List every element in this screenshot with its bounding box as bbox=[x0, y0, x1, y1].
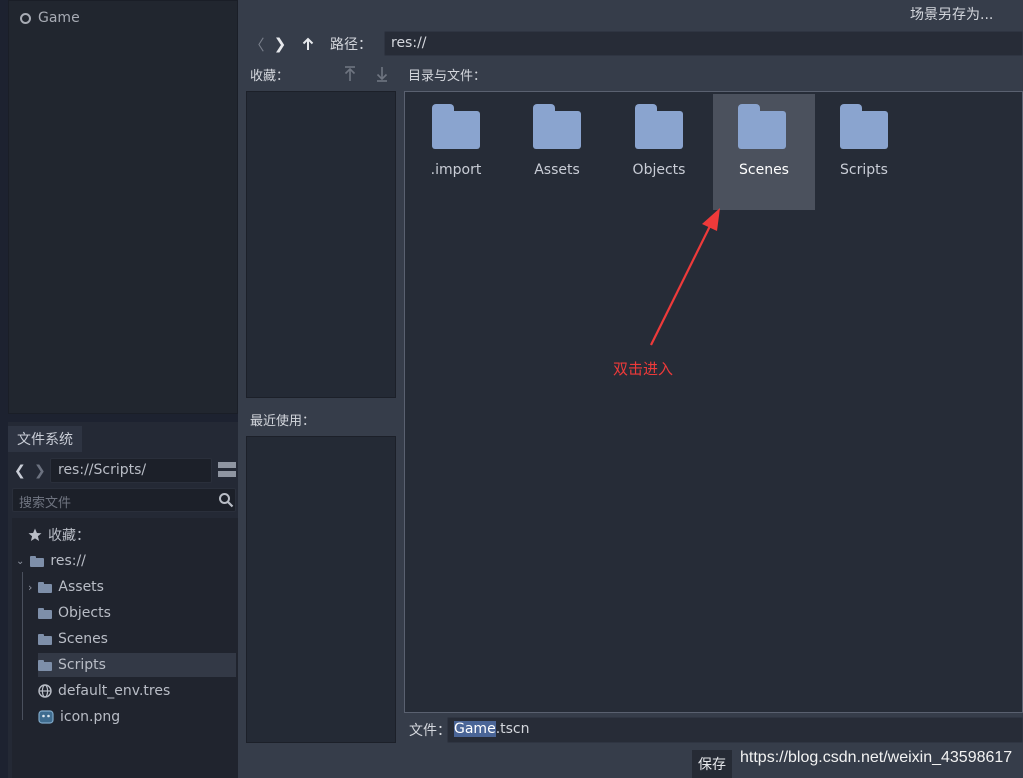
folder-icon bbox=[432, 104, 482, 150]
file-name-extension: .tscn bbox=[495, 721, 530, 737]
tree-favorites[interactable]: 收藏： bbox=[28, 523, 233, 547]
fs-back-button[interactable]: ❮ bbox=[14, 460, 28, 482]
scene-root-label: Game bbox=[38, 10, 80, 26]
tree-favorites-label: 收藏： bbox=[48, 528, 90, 544]
tree-item-label: Assets bbox=[58, 579, 104, 595]
folder-icon bbox=[38, 607, 52, 619]
split-layout-icon[interactable] bbox=[218, 462, 236, 478]
scene-root-node[interactable]: Game bbox=[20, 8, 80, 28]
save-button[interactable]: 保存 bbox=[692, 750, 732, 778]
annotation-arrow-icon bbox=[650, 208, 720, 346]
folder-icon bbox=[38, 633, 52, 645]
folder-label: Objects bbox=[632, 162, 686, 178]
move-down-icon[interactable] bbox=[374, 64, 390, 84]
tree-root[interactable]: ⌄ res:// bbox=[16, 549, 236, 573]
folder-icon bbox=[533, 104, 583, 150]
tree-item-label: Scenes bbox=[58, 631, 108, 647]
dialog-title: 场景另存为... bbox=[910, 7, 994, 23]
recent-label: 最近使用： bbox=[250, 413, 316, 429]
folder-icon bbox=[635, 104, 685, 150]
fs-path-field[interactable]: res://Scripts/ bbox=[50, 458, 212, 483]
fs-search-input[interactable]: 搜索文件 bbox=[12, 488, 236, 512]
search-icon[interactable] bbox=[218, 492, 234, 508]
chevron-right-icon[interactable]: › bbox=[28, 581, 32, 594]
path-input[interactable]: res:// bbox=[384, 31, 1023, 56]
arrow-up-icon[interactable] bbox=[301, 37, 315, 51]
folder-label: Scripts bbox=[840, 162, 888, 178]
file-name-selection: Game bbox=[454, 721, 496, 737]
favorites-label: 收藏： bbox=[250, 68, 290, 84]
tree-item-label: Objects bbox=[58, 605, 111, 621]
tree-item-icon-png[interactable]: icon.png bbox=[38, 705, 236, 729]
scene-dock bbox=[8, 0, 238, 414]
folder-icon bbox=[38, 659, 52, 671]
fs-forward-button[interactable]: ❯ bbox=[34, 460, 48, 482]
tree-item-label: Scripts bbox=[58, 657, 106, 673]
path-label: 路径： bbox=[330, 37, 372, 53]
tree-item-scenes[interactable]: Scenes bbox=[38, 627, 236, 651]
dialog-forward-button[interactable]: ❯ bbox=[273, 34, 287, 54]
folder-tile-scripts[interactable]: Scripts bbox=[813, 94, 915, 210]
tree-item-label: default_env.tres bbox=[58, 683, 171, 699]
annotation-text: 双击进入 bbox=[613, 360, 674, 378]
tree-item-scripts[interactable]: Scripts bbox=[38, 653, 236, 677]
tree-root-label: res:// bbox=[50, 553, 86, 569]
folder-icon bbox=[30, 555, 45, 567]
node-circle-icon bbox=[20, 12, 31, 24]
recent-list[interactable] bbox=[246, 436, 396, 743]
move-up-icon[interactable] bbox=[342, 64, 358, 84]
folder-tile-scenes[interactable]: Scenes bbox=[713, 94, 815, 210]
folder-icon bbox=[738, 104, 788, 150]
folder-label: Scenes bbox=[739, 162, 789, 178]
chevron-down-icon[interactable]: ⌄ bbox=[16, 556, 24, 567]
folder-tile-objects[interactable]: Objects bbox=[608, 94, 710, 210]
globe-icon bbox=[38, 684, 52, 698]
image-icon bbox=[38, 710, 54, 724]
star-icon bbox=[28, 528, 42, 541]
watermark: https://blog.csdn.net/weixin_43598617 bbox=[740, 749, 1013, 766]
folder-icon bbox=[840, 104, 890, 150]
directories-label: 目录与文件： bbox=[408, 68, 487, 84]
file-name-input[interactable]: Game.tscn bbox=[447, 717, 1023, 743]
tree-item-objects[interactable]: Objects bbox=[38, 601, 236, 625]
dialog-back-button[interactable]: 〈 bbox=[250, 34, 265, 54]
tree-item-default-env[interactable]: default_env.tres bbox=[38, 679, 236, 703]
file-label: 文件： bbox=[409, 723, 451, 739]
folder-tile-import[interactable]: .import bbox=[405, 94, 507, 210]
tree-item-label: icon.png bbox=[60, 709, 121, 725]
folder-label: Assets bbox=[534, 162, 580, 178]
tree-item-assets[interactable]: › Assets bbox=[28, 575, 236, 599]
folder-label: .import bbox=[430, 162, 482, 178]
folder-tile-assets[interactable]: Assets bbox=[506, 94, 608, 210]
folder-icon bbox=[38, 581, 53, 593]
favorites-list[interactable] bbox=[246, 91, 396, 398]
tab-filesystem[interactable]: 文件系统 bbox=[8, 426, 82, 452]
tree-guide-line bbox=[22, 572, 23, 720]
